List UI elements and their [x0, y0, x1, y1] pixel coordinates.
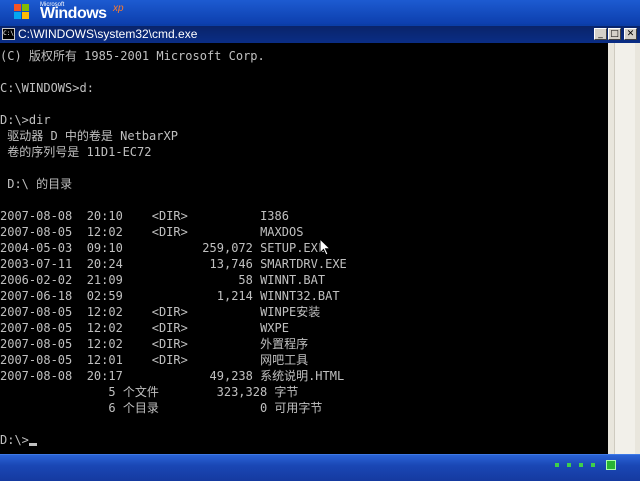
console-line: 2003-07-11 20:24 13,746 SMARTDRV.EXE	[0, 257, 347, 271]
console-line: 2007-06-18 02:59 1,214 WINNT32.BAT	[0, 289, 340, 303]
restore-button[interactable]: □	[608, 28, 621, 40]
console-line: D:\ 的目录	[0, 177, 73, 191]
console-line: 2007-08-08 20:17 49,238 系统说明.HTML	[0, 369, 345, 383]
desktop-background: Microsoft Windows xp	[0, 0, 640, 24]
tray-indicator-icon	[579, 463, 583, 467]
windows-flag-icon	[14, 4, 30, 20]
minimize-button[interactable]: _	[594, 28, 607, 40]
prompt-text: D:\>	[0, 433, 29, 447]
cmd-window[interactable]: C:\ C:\WINDOWS\system32\cmd.exe _ □ ✕ (C…	[0, 26, 640, 454]
tray-indicator-icon	[555, 463, 559, 467]
mouse-pointer-icon	[319, 237, 332, 256]
network-tray-icon[interactable]	[606, 460, 616, 470]
taskbar[interactable]	[0, 454, 640, 481]
console-line: D:\>dir	[0, 113, 51, 127]
command-prompt-line[interactable]: D:\>	[0, 432, 37, 448]
logo-windows-text: Windows	[40, 5, 107, 22]
tray-indicator-icon	[591, 463, 595, 467]
console-line: 2007-08-05 12:01 <DIR> 网吧工具	[0, 353, 309, 367]
console-line: 2007-08-05 12:02 <DIR> 外置程序	[0, 337, 309, 351]
console-line: 卷的序列号是 11D1-EC72	[0, 145, 152, 159]
logo-xp-text: xp	[113, 3, 124, 14]
console-line: 5 个文件 323,328 字节	[0, 385, 299, 399]
console-line: 2007-08-05 12:02 <DIR> WINPE安装	[0, 305, 321, 319]
text-cursor	[28, 443, 37, 446]
tray-indicator-icon	[567, 463, 571, 467]
console-line: C:\WINDOWS>d:	[0, 81, 94, 95]
title-bar[interactable]: C:\ C:\WINDOWS\system32\cmd.exe _ □ ✕	[0, 26, 640, 43]
scrollbar-track[interactable]	[614, 43, 635, 454]
console-line: 2004-05-03 09:10 259,072 SETUP.EXE	[0, 241, 326, 255]
console-line: 2007-08-05 12:02 <DIR> WXPE	[0, 321, 289, 335]
console-line: 6 个目录 0 可用字节	[0, 401, 323, 415]
console-line: 2007-08-08 20:10 <DIR> I386	[0, 209, 289, 223]
close-button[interactable]: ✕	[624, 28, 637, 40]
window-title: C:\WINDOWS\system32\cmd.exe	[18, 27, 198, 41]
console-line: 驱动器 D 中的卷是 NetbarXP	[0, 129, 178, 143]
console-output[interactable]: (C) 版权所有 1985-2001 Microsoft Corp. C:\WI…	[0, 43, 608, 454]
console-line: 2007-08-05 12:02 <DIR> MAXDOS	[0, 225, 304, 239]
vertical-scrollbar[interactable]	[608, 43, 640, 454]
console-line: (C) 版权所有 1985-2001 Microsoft Corp.	[0, 49, 265, 63]
console-line: 2006-02-02 21:09 58 WINNT.BAT	[0, 273, 326, 287]
cmd-icon[interactable]: C:\	[2, 28, 15, 40]
